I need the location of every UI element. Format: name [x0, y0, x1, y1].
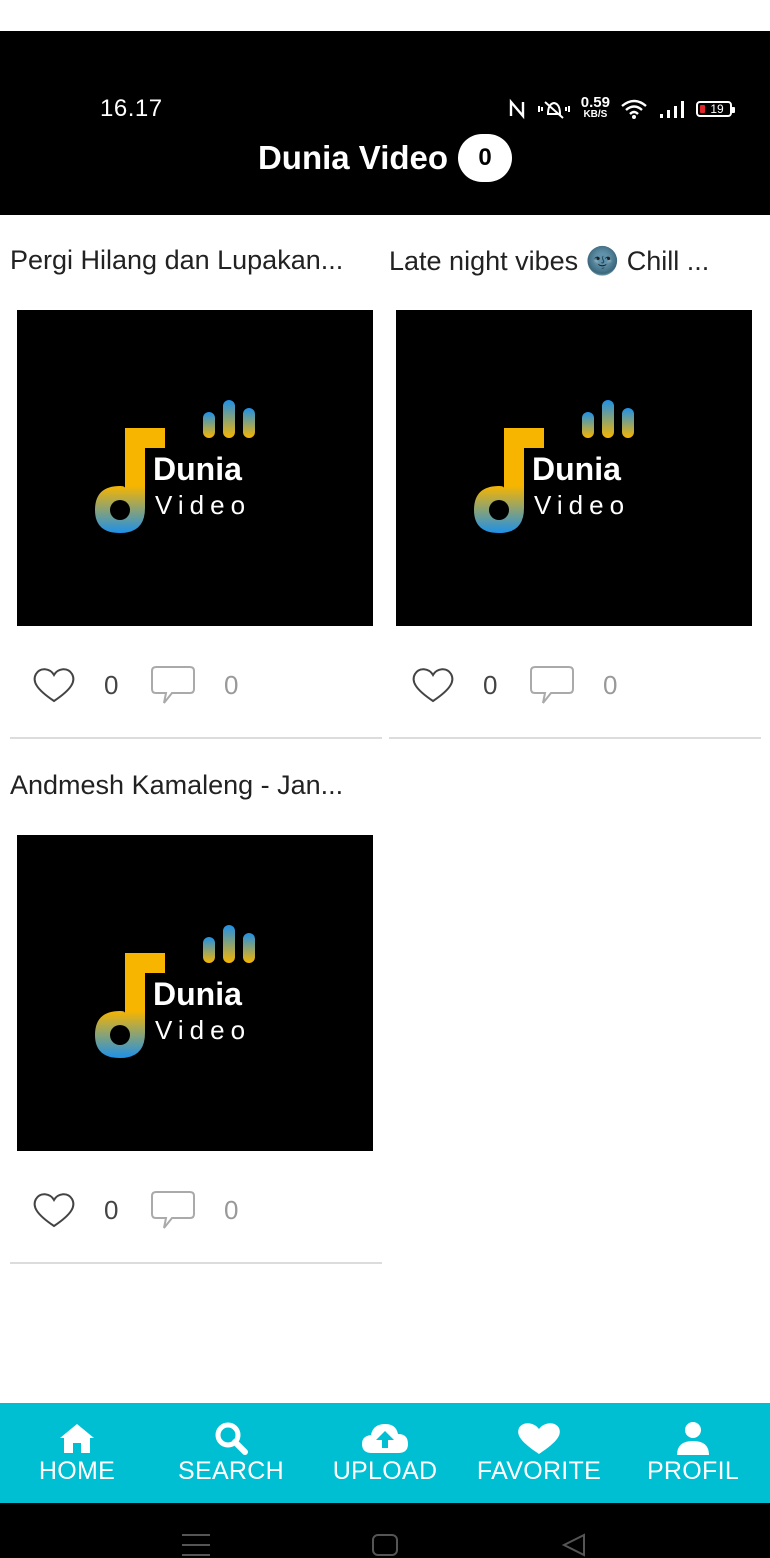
video-thumbnail[interactable]: Dunia Video [17, 835, 373, 1151]
nav-search-label: SEARCH [178, 1456, 284, 1485]
nav-upload[interactable]: UPLOAD [315, 1421, 455, 1486]
logo-sub: Video [155, 490, 251, 520]
nav-profil[interactable]: PROFIL [623, 1421, 763, 1486]
video-title[interactable]: Pergi Hilang dan Lupakan... [10, 245, 382, 285]
wifi-icon [621, 99, 647, 119]
video-title[interactable]: Late night vibes 🌚 Chill ... [389, 245, 761, 285]
page-title: Dunia Video [257, 139, 449, 176]
comment-icon[interactable] [150, 1188, 198, 1232]
like-count: 0 [104, 1194, 119, 1225]
like-count: 0 [483, 669, 498, 700]
back-icon[interactable] [560, 1533, 588, 1557]
like-count: 0 [104, 669, 119, 700]
title-row: Dunia Video 0 [0, 132, 770, 184]
home-icon [60, 1423, 94, 1453]
heart-icon[interactable] [409, 665, 457, 705]
signal-icon [660, 101, 684, 118]
battery-icon: 19 [696, 101, 735, 117]
logo-sub: Video [534, 490, 630, 520]
video-card[interactable]: Pergi Hilang dan Lupakan... Dunia Video … [10, 245, 382, 741]
card-divider [10, 1262, 382, 1264]
battery-level: 19 [710, 102, 724, 116]
nav-search[interactable]: SEARCH [161, 1421, 301, 1486]
cloud-upload-icon [362, 1423, 408, 1453]
heart-icon[interactable] [30, 665, 78, 705]
logo-brand: Dunia [153, 976, 242, 1012]
logo-brand: Dunia [153, 451, 242, 487]
logo-sub: Video [155, 1015, 251, 1045]
heart-filled-icon [518, 1422, 560, 1454]
card-divider [389, 737, 761, 739]
card-actions: 0 0 [30, 665, 238, 705]
bottom-nav: HOME SEARCH UPLOAD FAVORITE PROFIL [0, 1403, 770, 1503]
nav-home-label: HOME [38, 1456, 116, 1485]
search-icon [215, 1422, 248, 1455]
video-title[interactable]: Andmesh Kamaleng - Jan... [10, 770, 382, 810]
comment-count: 0 [224, 669, 239, 700]
user-icon [677, 1421, 709, 1455]
nav-favorite[interactable]: FAVORITE [469, 1421, 609, 1486]
status-time: 16.17 [100, 95, 163, 122]
comment-icon[interactable] [150, 663, 198, 707]
notification-badge[interactable]: 0 [458, 134, 513, 182]
card-actions: 0 0 [409, 665, 617, 705]
dunia-video-logo: Dunia Video [474, 400, 634, 533]
status-icons: 0.59 KB/S 19 [507, 94, 735, 123]
menu-icon[interactable] [182, 1533, 210, 1557]
system-nav-bar [0, 1503, 770, 1558]
dunia-video-logo: Dunia Video [95, 925, 255, 1058]
comment-count: 0 [603, 669, 618, 700]
logo-brand: Dunia [532, 451, 621, 487]
nav-home[interactable]: HOME [7, 1421, 147, 1486]
net-speed: 0.59 KB/S [580, 94, 610, 121]
nav-upload-label: UPLOAD [332, 1456, 438, 1485]
heart-icon[interactable] [30, 1190, 78, 1230]
nfc-icon [509, 98, 524, 120]
top-margin [0, 0, 770, 31]
net-speed-unit: KB/S [583, 109, 608, 120]
dunia-video-logo: Dunia Video [95, 400, 255, 533]
mute-bell-icon [537, 101, 570, 119]
home-square-icon[interactable] [371, 1533, 399, 1557]
app-header: 16.17 0.59 KB/S 19 Dunia Video 0 [0, 31, 770, 215]
card-divider [10, 737, 382, 739]
card-actions: 0 0 [30, 1190, 238, 1230]
nav-profil-label: PROFIL [646, 1456, 740, 1485]
net-speed-value: 0.59 [580, 94, 610, 111]
video-card[interactable]: Andmesh Kamaleng - Jan... Dunia Video 0 … [10, 770, 382, 1266]
video-thumbnail[interactable]: Dunia Video [17, 310, 373, 626]
nav-favorite-label: FAVORITE [476, 1456, 602, 1485]
video-thumbnail[interactable]: Dunia Video [396, 310, 752, 626]
video-card[interactable]: Late night vibes 🌚 Chill ... Dunia Video… [389, 245, 761, 741]
comment-count: 0 [224, 1194, 239, 1225]
comment-icon[interactable] [529, 663, 577, 707]
